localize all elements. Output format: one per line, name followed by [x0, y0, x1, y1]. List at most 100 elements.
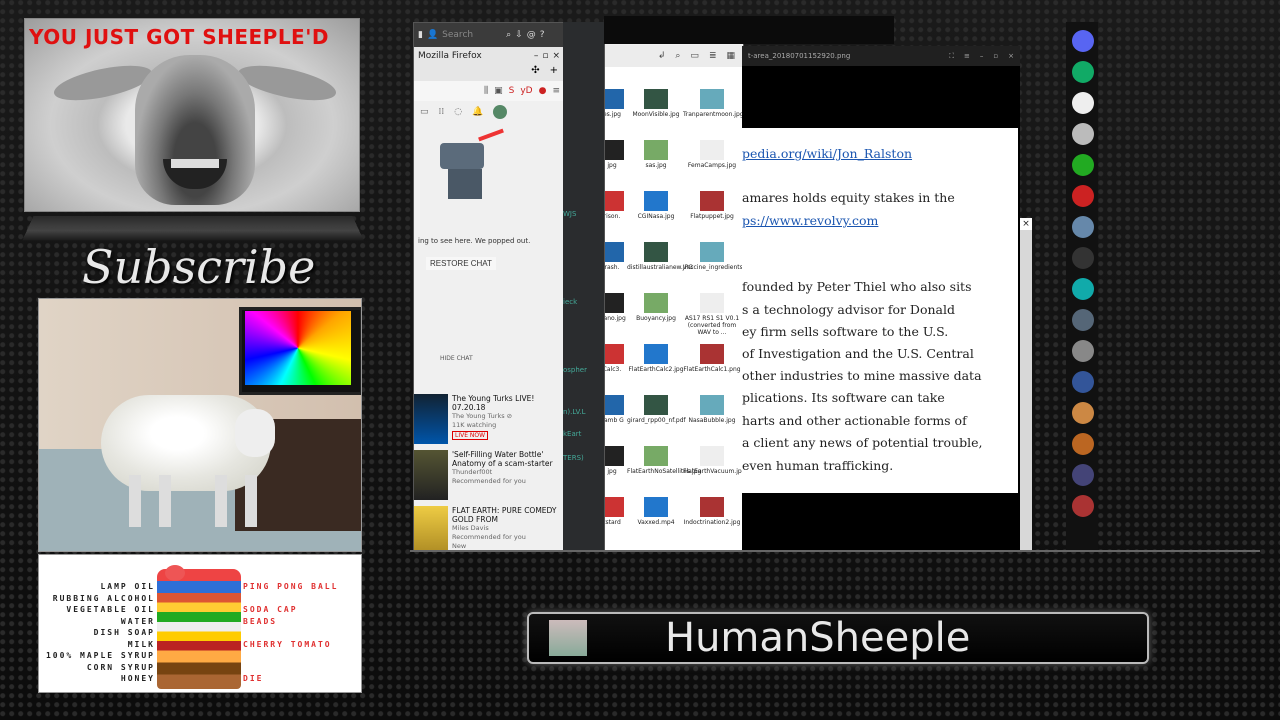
article-line: founded by Peter Thiel who also sits [742, 279, 972, 294]
file-item[interactable]: Vaxxed.mp4 [627, 497, 685, 526]
list-item[interactable]: FLAT EARTH: PURE COMEDY GOLD FROM Miles … [414, 505, 564, 551]
dock-app-icon[interactable] [1072, 278, 1094, 300]
dock-app-icon[interactable] [1072, 154, 1094, 176]
divider [410, 550, 1260, 552]
back-icon[interactable]: ↲ [658, 51, 666, 61]
list-item[interactable]: 'Self-Filling Water Bottle' Anatomy of a… [414, 449, 564, 505]
grid-view-icon[interactable]: ▦ [726, 51, 735, 61]
person-icon[interactable]: 👤 [427, 30, 438, 40]
bell-icon[interactable]: 🔔 [472, 107, 483, 117]
file-item[interactable]: FlatEarthNoSatellites.jpg [627, 446, 701, 475]
fullscreen-icon[interactable]: ⛶ [949, 52, 954, 61]
dock-app-icon[interactable] [1072, 495, 1094, 517]
terminal-text: ieck [563, 298, 578, 306]
minimize-icon[interactable]: – [534, 51, 539, 61]
file-item[interactable]: sas.jpg [627, 140, 685, 169]
sheep-caption: YOU JUST GOT SHEEPLE'D [29, 25, 329, 49]
terminal-strip[interactable]: WJS ieck ospher n).LV.L kEart TERS) [563, 22, 605, 550]
file-name: CGINasa.jpg [637, 213, 675, 220]
avatar[interactable] [493, 105, 508, 119]
apps-icon[interactable]: ⁞⁞ [439, 107, 445, 117]
close-icon[interactable]: × [1008, 52, 1014, 61]
file-item[interactable]: FemaCamps.jpg [683, 140, 741, 169]
ext-icon[interactable]: S [509, 86, 515, 96]
restore-chat-button[interactable]: RESTORE CHAT [426, 257, 496, 270]
dock-app-icon[interactable] [1072, 216, 1094, 238]
close-icon[interactable]: × [552, 51, 560, 61]
new-tab-icon[interactable]: + [550, 65, 558, 81]
file-item[interactable]: MoonVisible.jpg [627, 89, 685, 118]
density-liquids-list: LAMP OIL RUBBING ALCOHOL VEGETABLE OIL WATE… [43, 581, 155, 685]
close-icon[interactable]: × [1020, 218, 1032, 230]
file-name: FemaCamps.jpg [687, 162, 737, 169]
search-field[interactable]: Search [442, 30, 502, 40]
file-item[interactable]: Indoctrination2.jpg [683, 497, 741, 526]
puzzle-icon[interactable]: ✣ [531, 65, 539, 81]
chat-icon[interactable]: ◌ [454, 107, 462, 117]
article-link[interactable]: ps://www.revolvy.com [742, 213, 878, 228]
dock-app-icon[interactable] [1072, 340, 1094, 362]
bookmark-icon[interactable]: ▮ [418, 30, 423, 40]
file-item[interactable]: vaccine_ingredients.pdf [683, 242, 743, 271]
download-icon[interactable]: ⇩ [515, 30, 523, 40]
file-thumbnail-icon [605, 191, 624, 211]
menu-icon[interactable]: ≡ [552, 86, 560, 96]
file-thumbnail-icon [605, 497, 624, 517]
article-link[interactable]: pedia.org/wiki/Jon_Ralston [742, 146, 912, 161]
dock-app-icon[interactable] [1072, 464, 1094, 486]
video-camera-icon[interactable]: ▭ [420, 107, 429, 117]
hide-chat-button[interactable]: HIDE CHAT [440, 355, 473, 362]
dock-app-icon[interactable] [1072, 309, 1094, 331]
list-item[interactable]: The Young Turks LIVE! 07.20.18 The Young… [414, 393, 564, 449]
file-item[interactable]: girard_rpp00_nf.pdf [627, 395, 686, 424]
help-icon[interactable]: ? [540, 30, 545, 40]
density-liquid-label: RUBBING ALCOHOL [52, 593, 155, 603]
yd-icon[interactable]: yD [520, 86, 532, 96]
video-channel: Miles Davis [452, 524, 489, 532]
search-icon[interactable]: ⌕ [506, 30, 511, 40]
article-line: plications. Its software can take [742, 390, 945, 405]
sidebar-icon[interactable]: ▣ [494, 86, 503, 96]
file-manager-window[interactable]: – ▫ × ↲ ⌕ ▭ ≣ ▦ es.jpgMoonVisible.jpgTra… [604, 22, 744, 552]
file-item[interactable]: FlatEarthVacuum.jpg [683, 446, 744, 475]
file-item[interactable]: Tranparentmoon.jpg [683, 89, 743, 118]
file-thumbnail-icon [700, 446, 724, 466]
file-name: FlatEarthVacuum.jpg [683, 468, 744, 475]
dock-app-icon[interactable] [1072, 30, 1094, 52]
search-icon[interactable]: ⌕ [675, 51, 680, 61]
library-icon[interactable]: ⫼ [484, 86, 488, 96]
at-icon[interactable]: @ [527, 30, 536, 40]
file-item[interactable]: NasaBubble.jpg [683, 395, 741, 424]
dock-app-icon[interactable] [1072, 433, 1094, 455]
density-object-label: PING PONG BALL [243, 582, 339, 591]
firefox-window[interactable]: ▮ 👤 Search ⌕ ⇩ @ ? Mozilla Firefox – ▫ ×… [413, 22, 565, 552]
recommendation-list: The Young Turks LIVE! 07.20.18 The Young… [414, 393, 564, 551]
dock-app-icon[interactable] [1072, 185, 1094, 207]
dock-app-icon[interactable] [1072, 61, 1094, 83]
view-toggle-icon[interactable]: ▭ [690, 51, 699, 61]
file-item[interactable]: FlatEarthCalc2.jpg [627, 344, 685, 373]
density-liquid-label: LAMP OIL [100, 582, 155, 591]
minimize-icon[interactable]: – [980, 52, 984, 61]
density-liquid-label: 100% MAPLE SYRUP [45, 651, 155, 660]
file-item[interactable]: distillaustralianew.JPG [627, 242, 693, 271]
dock-app-icon[interactable] [1072, 247, 1094, 269]
maximize-icon[interactable]: ▫ [993, 52, 998, 61]
file-thumbnail-icon [700, 191, 724, 211]
dock-app-icon[interactable] [1072, 371, 1094, 393]
file-item[interactable]: FlatEarthCalc1.png [683, 344, 741, 373]
density-liquid-label: WATER [120, 616, 155, 626]
file-item[interactable]: Buoyancy.jpg [627, 293, 685, 322]
menu-icon[interactable]: ≡ [964, 52, 970, 61]
maximize-icon[interactable]: ▫ [542, 51, 548, 61]
list-view-icon[interactable]: ≣ [709, 51, 717, 61]
file-item[interactable]: Flatpuppet.jpg [683, 191, 741, 220]
image-viewer-window[interactable]: t-area_20180701152920.png ⛶ ≡ – ▫ × pedi… [742, 46, 1020, 550]
file-item[interactable]: AS17 RS1 S1 V0.1 (converted from WAV to … [683, 293, 741, 336]
file-item[interactable]: CGINasa.jpg [627, 191, 685, 220]
terminal-text: n).LV.L [563, 408, 586, 416]
dock-app-icon[interactable] [1072, 123, 1094, 145]
dock-app-icon[interactable] [1072, 92, 1094, 114]
ext-red-icon[interactable]: ● [539, 86, 547, 96]
dock-app-icon[interactable] [1072, 402, 1094, 424]
